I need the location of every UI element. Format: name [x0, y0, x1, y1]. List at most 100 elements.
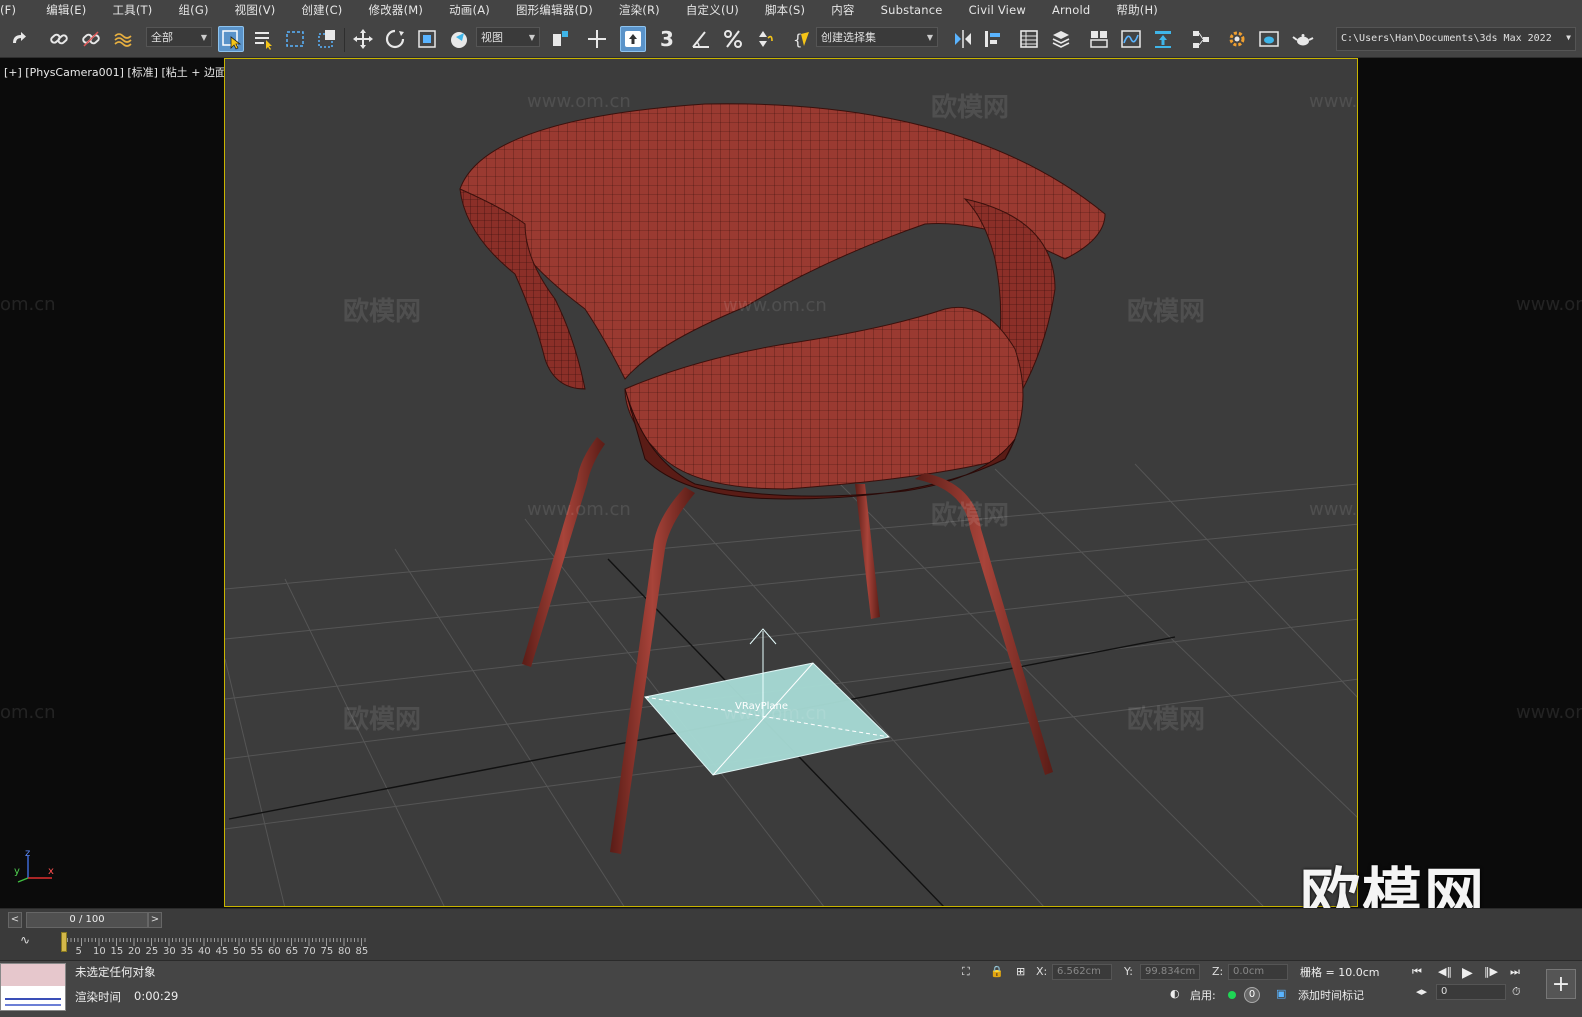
reference-coordinate-dropdown[interactable]: 视图 ▼: [476, 27, 540, 47]
menu-substance[interactable]: Substance: [881, 3, 943, 17]
menu-graph-editors[interactable]: 图形编辑器(D): [516, 2, 593, 18]
track-tick-label: 25: [145, 946, 159, 957]
go-to-start-icon[interactable]: ⏮: [1412, 965, 1422, 979]
menu-animation[interactable]: 动画(A): [449, 2, 490, 18]
unlink-selection-button[interactable]: [78, 26, 104, 52]
select-manipulate-button[interactable]: [584, 26, 610, 52]
project-folder-path[interactable]: C:\Users\Han\Documents\3ds Max 2022 ▼: [1336, 27, 1576, 51]
menu-content[interactable]: 内容: [831, 2, 854, 18]
scene-explorer-button[interactable]: [1016, 26, 1042, 52]
menu-help[interactable]: 帮助(H): [1116, 2, 1158, 18]
time-slider-thumb[interactable]: 0 / 100: [26, 912, 148, 928]
current-frame-marker[interactable]: [61, 932, 67, 952]
time-slider[interactable]: < 0 / 100 >: [0, 908, 1582, 930]
main-toolbar: 全部 ▼ 视图 ▼ 3 {创建选择集 ▼ C:\Users\Han\Docum…: [0, 20, 1582, 58]
absolute-mode-icon[interactable]: ⊞: [1016, 965, 1025, 978]
time-slider-prev-button[interactable]: <: [8, 912, 22, 928]
named-selection-set-dropdown[interactable]: 创建选择集 ▼: [816, 27, 938, 47]
select-and-link-button[interactable]: [46, 26, 72, 52]
selection-filter-dropdown[interactable]: 全部 ▼: [146, 27, 212, 47]
go-to-end-icon[interactable]: ⏭: [1510, 965, 1520, 979]
menu-edit[interactable]: 编辑(E): [46, 2, 86, 18]
rectangular-selection-button[interactable]: [282, 26, 308, 52]
menu-file[interactable]: (F): [0, 3, 16, 17]
layer-explorer-button[interactable]: [1048, 26, 1074, 52]
select-by-name-button[interactable]: [250, 26, 276, 52]
menu-bar: (F) 编辑(E) 工具(T) 组(G) 视图(V) 创建(C) 修改器(M) …: [0, 0, 1582, 20]
watermark-url-left: om.cn: [0, 702, 56, 723]
y-coordinate-field[interactable]: 99.834cm: [1140, 964, 1200, 980]
menu-modifiers[interactable]: 修改器(M): [369, 2, 424, 18]
redo-button[interactable]: [6, 26, 32, 52]
time-configuration-icon[interactable]: ⏱: [1512, 985, 1521, 999]
toggle-ribbon-button[interactable]: [1086, 26, 1112, 52]
select-object-button[interactable]: [218, 26, 244, 52]
menu-civil-view[interactable]: Civil View: [969, 3, 1026, 17]
camera-safe-frame[interactable]: VRayPlane 欧模网 www.om.cn 欧模网 www.om.cn 欧模…: [224, 58, 1358, 907]
vrayplane-label: VRayPlane: [735, 701, 789, 712]
teapot-frame-icon: [1259, 31, 1279, 47]
track-bar[interactable]: ∿ 5 10 15 20 25 30 35 40 45 50 55 60 65 70 75 80 85: [0, 930, 1582, 960]
mirror-button[interactable]: [950, 26, 976, 52]
z-coordinate-field[interactable]: 0.0cm: [1228, 964, 1288, 980]
add-time-tag-text[interactable]: 添加时间标记: [1298, 987, 1364, 1003]
pivot-center-button[interactable]: [548, 26, 574, 52]
dope-sheet-button[interactable]: [1150, 26, 1176, 52]
edit-named-selection-button[interactable]: {: [788, 26, 814, 52]
percent-snap-button[interactable]: [720, 26, 746, 52]
status-bar: 未选定任何对象 渲染时间 0:00:29 ⛶ 🔒 ⊞ X: 6.562cm Y:…: [0, 960, 1582, 1017]
listener-top-pane[interactable]: [1, 964, 65, 986]
angle-snap-button[interactable]: [688, 26, 714, 52]
enable-count-badge[interactable]: 0: [1244, 987, 1260, 1003]
menu-tools[interactable]: 工具(T): [112, 2, 152, 18]
adaptive-degradation-icon[interactable]: ◐: [1170, 987, 1180, 1000]
play-icon[interactable]: ▶: [1462, 965, 1473, 981]
track-tick-label: 85: [355, 946, 369, 957]
align-button[interactable]: [980, 26, 1006, 52]
bind-to-space-warp-button[interactable]: [110, 26, 136, 52]
perspective-viewport[interactable]: [+] [PhysCamera001] [标准] [粘土 + 边面] VRayP…: [0, 58, 1582, 908]
viewport-label-menu[interactable]: [+] [PhysCamera001] [标准] [粘土 + 边面]: [4, 64, 230, 80]
time-slider-next-button[interactable]: >: [148, 912, 162, 928]
angle-snap-icon: [692, 31, 709, 48]
x-coordinate-field[interactable]: 6.562cm: [1052, 964, 1112, 980]
keyboard-shortcut-override-button[interactable]: [620, 26, 646, 52]
snaps-toggle-button[interactable]: 3: [654, 26, 680, 52]
menu-scripting[interactable]: 脚本(S): [765, 2, 805, 18]
listener-divider: [5, 998, 61, 1000]
spinner-snap-button[interactable]: [752, 26, 778, 52]
menu-arnold[interactable]: Arnold: [1052, 3, 1090, 17]
rendered-frame-window-button[interactable]: [1256, 26, 1282, 52]
select-and-move-button[interactable]: [350, 26, 376, 52]
select-and-place-button[interactable]: [446, 26, 472, 52]
render-production-button[interactable]: [1290, 26, 1316, 52]
time-tag-icon[interactable]: ▣: [1276, 987, 1286, 1000]
cursor-arrow-icon: [222, 30, 242, 50]
render-setup-button[interactable]: [1224, 26, 1250, 52]
menu-group[interactable]: 组(G): [178, 2, 208, 18]
window-crossing-button[interactable]: [314, 26, 340, 52]
selection-lock-icon[interactable]: 🔒: [990, 965, 1004, 978]
menu-views[interactable]: 视图(V): [235, 2, 276, 18]
track-tick-label: 15: [110, 946, 124, 957]
maxscript-mini-listener[interactable]: [0, 963, 66, 1011]
unlink-icon: [82, 31, 100, 47]
rotate-icon: [385, 29, 405, 49]
schematic-view-button[interactable]: [1188, 26, 1214, 52]
grid-size-text: 栅格 = 10.0cm: [1300, 966, 1380, 979]
isolate-selection-icon[interactable]: ⛶: [962, 965, 970, 979]
track-tick-label: 65: [285, 946, 299, 957]
chevron-down-icon: ▼: [200, 32, 207, 42]
select-and-rotate-button[interactable]: [382, 26, 408, 52]
previous-frame-icon[interactable]: ◀‖: [1438, 965, 1452, 978]
next-frame-icon[interactable]: ‖▶: [1484, 965, 1498, 978]
select-and-scale-button[interactable]: [414, 26, 440, 52]
current-frame-field[interactable]: 0: [1436, 984, 1506, 1000]
key-mode-toggle-icon[interactable]: ◂▸: [1416, 985, 1427, 998]
curve-editor-button[interactable]: [1118, 26, 1144, 52]
selection-filter-value: 全部: [151, 31, 173, 44]
menu-create[interactable]: 创建(C): [301, 2, 342, 18]
menu-rendering[interactable]: 渲染(R): [619, 2, 660, 18]
menu-customize[interactable]: 自定义(U): [686, 2, 739, 18]
create-add-button[interactable]: +: [1546, 969, 1576, 999]
